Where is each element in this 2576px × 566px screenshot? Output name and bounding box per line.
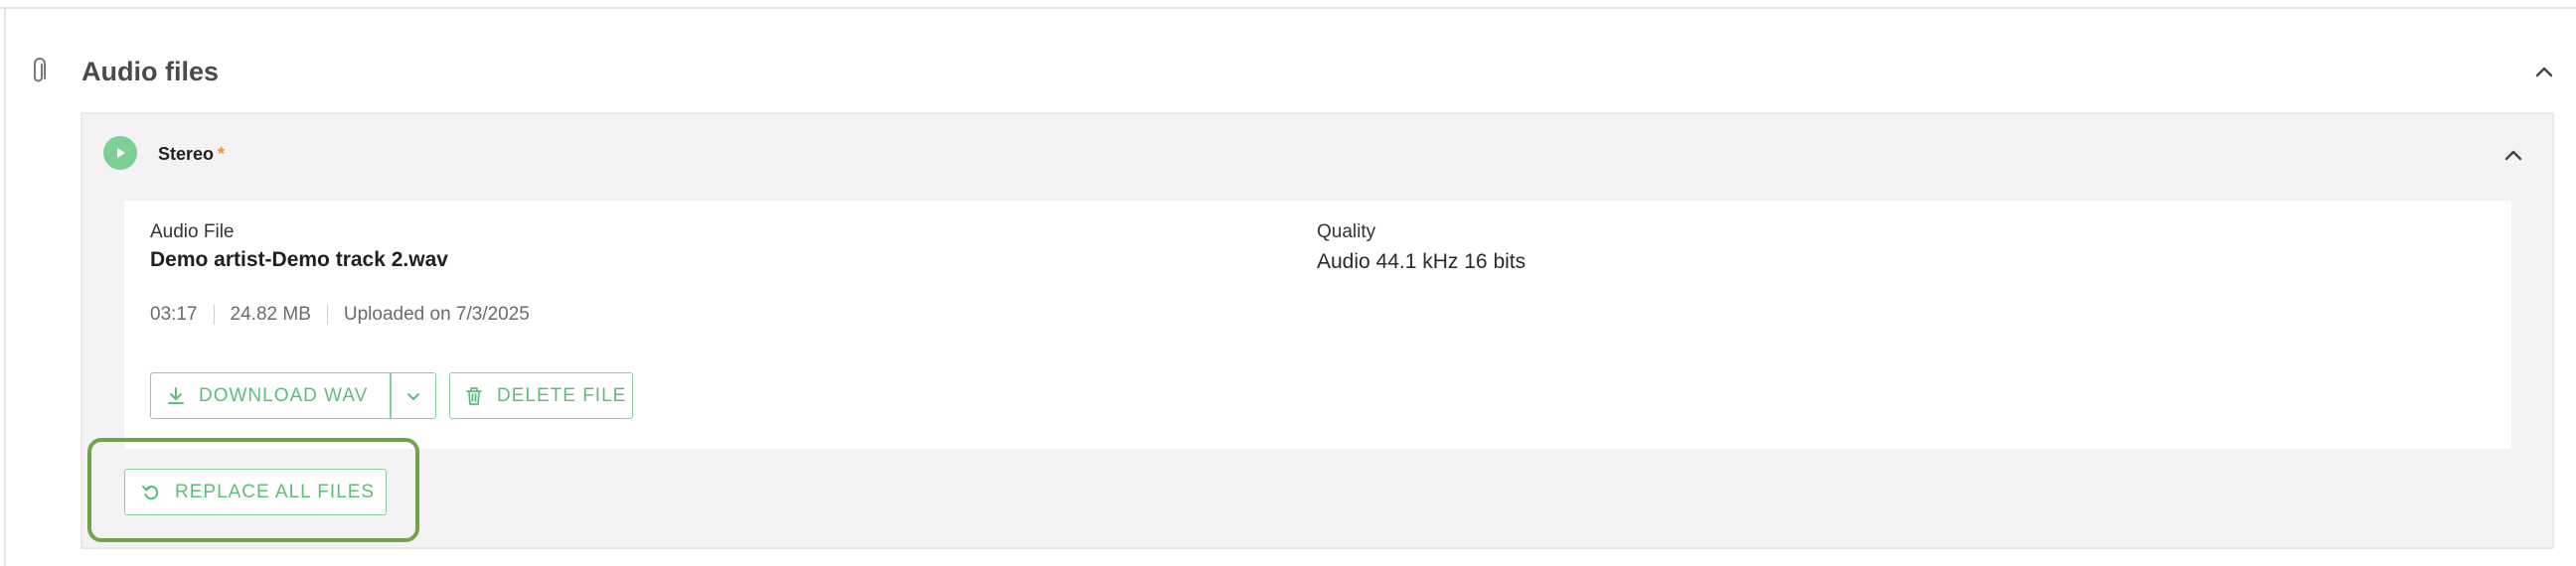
download-options-chevron-down-icon[interactable] [392,373,435,418]
file-size: 24.82 MB [230,304,311,325]
delete-file-button[interactable]: DELETE FILE [449,372,633,419]
panel-collapse-chevron-up-icon[interactable] [2500,142,2526,168]
download-icon [167,386,185,406]
download-wav-split-button: DOWNLOAD WAV [150,372,436,419]
undo-icon [141,483,161,502]
stereo-panel: Stereo * Audio File Demo artist-Demo trac… [80,112,2554,549]
file-uploaded-date: Uploaded on 7/3/2025 [343,304,530,325]
section-collapse-chevron-up-icon[interactable] [2530,58,2558,85]
section-title: Audio files [81,56,220,86]
play-icon[interactable] [103,136,137,170]
panel-title-text: Stereo [158,144,215,164]
paperclip-icon [31,57,53,86]
quality-label: Quality [1317,221,1376,242]
download-wav-button[interactable]: DOWNLOAD WAV [151,373,390,418]
page: Audio files Stereo * Audio File Demo art… [0,0,2576,566]
quality-value: Audio 44.1 kHz 16 bits [1317,250,1527,273]
delete-file-label: DELETE FILE [497,384,627,406]
download-wav-label: DOWNLOAD WAV [199,384,369,406]
audio-file-card: Audio File Demo artist-Demo track 2.wav … [124,201,2511,449]
file-meta: 03:17 24.82 MB Uploaded on 7/3/2025 [150,304,530,326]
file-name: Demo artist-Demo track 2.wav [150,248,448,271]
panel-title: Stereo * [158,144,225,165]
replace-all-files-label: REPLACE ALL FILES [175,481,376,502]
meta-separator [326,305,328,325]
required-mark: * [218,144,226,164]
file-duration: 03:17 [150,304,198,325]
audio-file-label: Audio File [150,221,235,242]
left-divider [4,9,6,566]
audio-files-header: Audio files [28,50,2558,93]
replace-all-files-button[interactable]: REPLACE ALL FILES [124,469,387,515]
meta-separator [213,305,215,325]
trash-icon [465,386,483,406]
stereo-panel-header[interactable]: Stereo * [82,114,2552,194]
top-divider [0,7,2576,9]
